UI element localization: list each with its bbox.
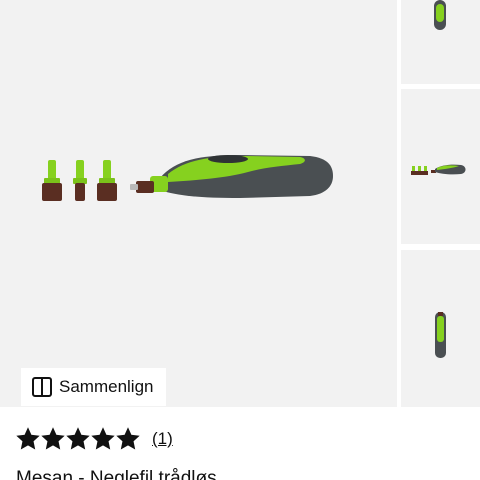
product-rating: (1) bbox=[16, 426, 173, 452]
nail-file-product-illustration bbox=[42, 155, 333, 201]
compare-columns-icon bbox=[32, 377, 52, 397]
product-title: Mesan - Neglefil trådløs bbox=[16, 468, 217, 480]
review-count-link[interactable]: (1) bbox=[152, 429, 173, 449]
thumbnail-3[interactable] bbox=[401, 250, 480, 407]
thumbnail-2[interactable] bbox=[401, 89, 480, 244]
star-rating bbox=[16, 427, 140, 451]
star-icon bbox=[116, 427, 140, 451]
thumbnail-2-image bbox=[411, 164, 466, 175]
sanding-attachment-1 bbox=[42, 160, 62, 201]
thumbnail-3-image bbox=[435, 312, 446, 358]
star-icon bbox=[41, 427, 65, 451]
compare-button[interactable]: Sammenlign bbox=[21, 368, 166, 406]
star-icon bbox=[16, 427, 40, 451]
thumbnail-strip bbox=[401, 0, 480, 407]
thumbnail-1-image bbox=[434, 0, 446, 30]
sanding-attachment-3 bbox=[97, 160, 117, 201]
star-icon bbox=[66, 427, 90, 451]
sanding-attachment-2 bbox=[73, 160, 87, 201]
compare-label: Sammenlign bbox=[59, 377, 154, 396]
star-icon bbox=[91, 427, 115, 451]
thumbnail-1[interactable] bbox=[401, 0, 480, 84]
main-product-image[interactable] bbox=[0, 0, 397, 407]
product-page: Sammenlign (1) Mesan - Neglefil trådløs bbox=[0, 0, 480, 480]
nail-file-device bbox=[130, 155, 333, 198]
